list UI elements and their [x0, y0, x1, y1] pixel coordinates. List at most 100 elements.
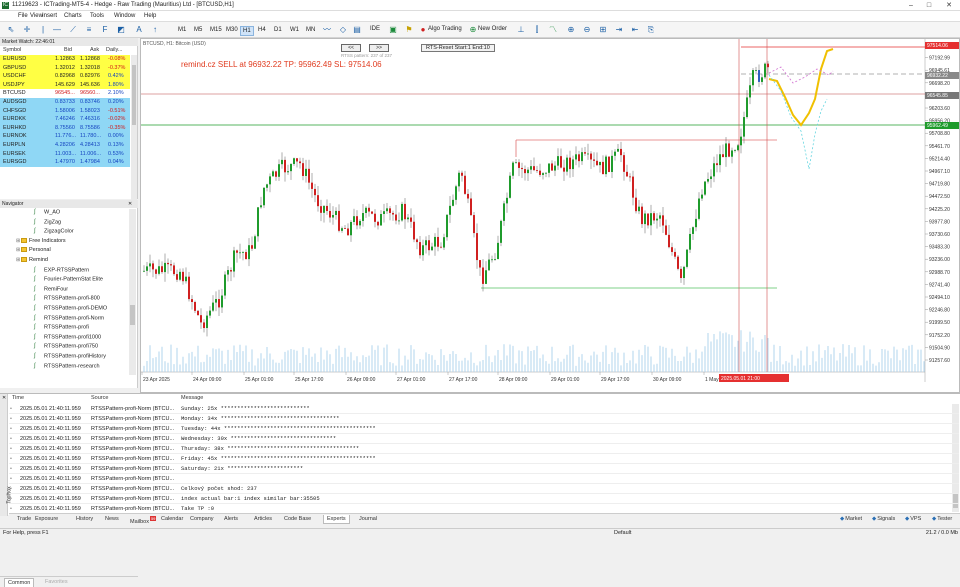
navigator-item[interactable]: ∫ ZigZag [34, 219, 61, 225]
market-row-audsgd[interactable]: AUDSGD 0.83733 0.83746 0.20% [0, 98, 130, 107]
navigator-item[interactable]: ∫ EXP-RTSSPattern [34, 267, 89, 273]
cursor-icon[interactable]: ⇖ [6, 25, 16, 35]
navigator-scrollbar[interactable] [129, 209, 136, 375]
timeframe-w1[interactable]: W1 [288, 26, 301, 34]
templates-icon[interactable]: ▤ [352, 25, 362, 35]
market-row-eurusd[interactable]: EURUSD 1.12863 1.12868 -0.08% [0, 55, 130, 64]
menu-help[interactable]: Help [144, 13, 156, 19]
navigator-item[interactable]: ∫ RTSSPattern-profi [34, 324, 89, 330]
menu-charts[interactable]: Charts [64, 13, 82, 19]
navigator-item[interactable]: ⊞ Remind [16, 257, 48, 263]
tab-alerts[interactable]: Alerts [221, 515, 241, 523]
text-icon[interactable]: A [134, 25, 144, 35]
market-row-gbpusd[interactable]: GBPUSD 1.32012 1.32018 -0.37% [0, 63, 130, 73]
zoom-in-icon[interactable]: ⊕ [566, 25, 576, 35]
vertical-line-icon[interactable]: | [38, 25, 48, 35]
column-header-ask[interactable]: Ask [90, 47, 99, 53]
algo-trading-button[interactable]: Algo Trading [428, 26, 462, 32]
market-row-eurhkd[interactable]: EURHKD 8.75560 8.75586 -0.35% [0, 123, 130, 133]
crosshair-icon[interactable]: ✛ [22, 25, 32, 35]
navigator-item[interactable]: ∫ RTSSPattern-research [34, 363, 100, 369]
tab-company[interactable]: Company [187, 515, 217, 523]
navigator-tab-favorites[interactable]: Favorites [42, 578, 71, 586]
navigator-item[interactable]: ⊞ Free Indicators [16, 238, 66, 244]
navigator-item[interactable]: ∫ RemiFour [34, 286, 68, 292]
tab-code-base[interactable]: Code Base [281, 515, 314, 523]
tab-mailbox[interactable]: Mailbox59 [127, 515, 159, 526]
timeframe-m15[interactable]: M15 [208, 26, 224, 34]
screenshot-icon[interactable]: ⎘ [646, 25, 656, 35]
candlestick-icon[interactable]: ⫿ [532, 25, 542, 35]
journal-row[interactable]: • 2025.05.01 21:40:11.959 RTSSPattern-prof… [9, 434, 959, 444]
tab-journal[interactable]: Journal [356, 515, 380, 523]
auto-scroll-icon[interactable]: ⇥ [614, 25, 624, 35]
menu-tools[interactable]: Tools [90, 13, 104, 19]
tab-tester[interactable]: ◆Tester [929, 515, 955, 523]
journal-row[interactable]: • 2025.05.01 21:40:11.959 RTSSPattern-prof… [9, 444, 959, 454]
navigator-item[interactable]: ⊞ Personal [16, 247, 51, 253]
ide-button[interactable]: IDE [370, 26, 380, 32]
tab-news[interactable]: News [102, 515, 122, 523]
tab-articles[interactable]: Articles [251, 515, 275, 523]
strategy-tester-icon[interactable]: ▣ [388, 25, 398, 35]
signals-icon[interactable]: ⚑ [404, 25, 414, 35]
market-row-btcusd[interactable]: BTCUSD 96545... 96560... 2.10% [0, 89, 130, 98]
journal-row[interactable]: • 2025.05.01 21:40:11.959 RTSSPattern-prof… [9, 454, 959, 464]
menu-window[interactable]: Window [114, 13, 135, 19]
timeframe-h1[interactable]: H1 [240, 26, 254, 36]
menu-file[interactable]: File [18, 13, 28, 19]
journal-row[interactable]: • 2025.05.01 21:40:11.959 RTSSPattern-prof… [9, 464, 959, 474]
navigator-item[interactable]: ∫ RTSSPattern-profi-800 [34, 295, 100, 301]
tab-history[interactable]: History [73, 515, 96, 523]
timeframe-d1[interactable]: D1 [272, 26, 284, 34]
chart-window[interactable]: 97440.3797192.9996945.6196698.2096450.90… [140, 38, 960, 393]
zoom-out-icon[interactable]: ⊖ [582, 25, 592, 35]
menu-insert[interactable]: Insert [42, 13, 57, 19]
horizontal-line-icon[interactable]: — [52, 25, 62, 35]
close-icon[interactable]: ✕ [942, 1, 956, 10]
toolbox-close-icon[interactable]: ✕ [2, 395, 6, 401]
market-row-chfsgd[interactable]: CHFSGD 1.58006 1.58023 -0.51% [0, 106, 130, 116]
journal-row[interactable]: • 2025.05.01 21:40:11.959 RTSSPattern-prof… [9, 484, 959, 494]
journal-row[interactable]: • 2025.05.01 21:40:11.959 RTSSPattern-prof… [9, 494, 959, 504]
navigator-tab-common[interactable]: Common [4, 578, 35, 587]
chart-prev-button[interactable]: << [341, 44, 361, 52]
tab-market[interactable]: ◆Market [837, 515, 865, 523]
navigator-item[interactable]: ∫ RTSSPattern-profi-Norm [34, 315, 104, 321]
objects-icon[interactable]: ◇ [338, 25, 348, 35]
market-row-eurpln[interactable]: EURPLN 4.28206 4.28413 0.13% [0, 141, 130, 150]
tab-exposure[interactable]: Exposure [32, 515, 61, 523]
arrow-icon[interactable]: ↑ [150, 25, 160, 35]
minimize-icon[interactable]: – [904, 1, 918, 10]
column-header-symbol[interactable]: Symbol [3, 47, 21, 53]
column-header-bid[interactable]: Bid [64, 47, 72, 53]
journal-row[interactable]: • 2025.05.01 21:40:11.959 RTSSPattern-prof… [9, 474, 959, 484]
fibonacci-icon[interactable]: F [100, 25, 110, 35]
timeframe-m1[interactable]: M1 [176, 26, 188, 34]
journal-column-source[interactable]: Source [91, 395, 108, 401]
journal-column-time[interactable]: Time [12, 395, 24, 401]
timeframe-m5[interactable]: M5 [192, 26, 204, 34]
market-row-eursgd[interactable]: EURSGD 1.47970 1.47984 0.04% [0, 158, 130, 167]
column-header-daily[interactable]: Daily... [106, 47, 122, 53]
trendline-icon[interactable]: ⟋ [68, 25, 78, 35]
market-row-eurdkk[interactable]: EURDKK 7.46246 7.46316 -0.02% [0, 115, 130, 124]
navigator-item[interactable]: ∫ RTSSPattern-profi1000 [34, 334, 101, 340]
tab-calendar[interactable]: Calendar [158, 515, 186, 523]
chart-shift-icon[interactable]: ⇤ [630, 25, 640, 35]
new-order-button[interactable]: New Order [478, 26, 507, 32]
bar-chart-icon[interactable]: ⊥ [516, 25, 526, 35]
navigator-item[interactable]: ∫ RTSSPattern-profi-DEMO [34, 305, 107, 311]
market-row-eurnok[interactable]: EURNOK 11.776... 11.780... 0.00% [0, 132, 130, 141]
maximize-icon[interactable]: □ [922, 1, 936, 10]
journal-column-message[interactable]: Message [181, 395, 203, 401]
status-profile[interactable]: Default [614, 530, 631, 536]
rts-reset-button[interactable]: RTS-Reset Start:1 End:10 [421, 44, 495, 52]
navigator-item[interactable]: ∫ RTSSPattern-profi750 [34, 343, 98, 349]
timeframe-m30[interactable]: M30 [224, 26, 240, 34]
journal-row[interactable]: • 2025.05.01 21:40:11.959 RTSSPattern-prof… [9, 414, 959, 424]
chart-next-button[interactable]: >> [369, 44, 389, 52]
channel-icon[interactable]: ≡ [84, 25, 94, 35]
market-row-usdchf[interactable]: USDCHF 0.82968 0.82976 0.42% [0, 72, 130, 81]
navigator-item[interactable]: ∫ ZigzagColor [34, 228, 74, 234]
